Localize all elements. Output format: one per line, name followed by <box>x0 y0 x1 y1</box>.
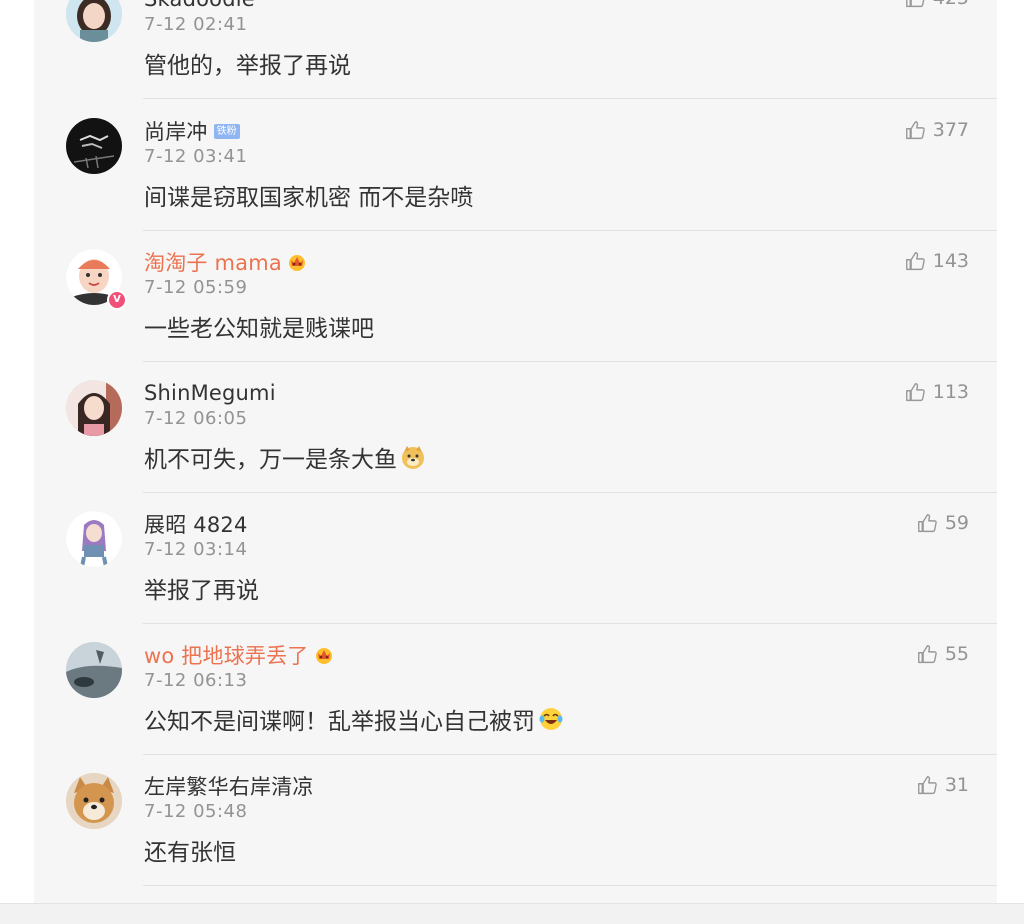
comment-text-content: 机不可失，万一是条大鱼 <box>144 447 397 473</box>
like-count: 55 <box>944 643 969 665</box>
username[interactable]: 左岸繁华右岸清凉 <box>144 771 314 801</box>
thumbs-up-icon <box>905 382 925 401</box>
user-avatar[interactable] <box>66 642 122 698</box>
comment-time: 7-12 05:59 <box>144 277 248 298</box>
comment-time: 7-12 02:41 <box>144 14 248 35</box>
like-count: 143 <box>932 250 969 272</box>
thumbs-up-icon <box>917 644 937 663</box>
comment-text-content: 还有张恒 <box>144 840 236 866</box>
comment-text: 一些老公知就是贱谍吧 <box>144 309 374 343</box>
comment-item: ShinMegumi 7-12 06:05 机不可失，万一是条大鱼 113 <box>34 362 997 493</box>
comment-item: 尚岸冲 铁粉 7-12 03:41 间谍是窃取国家机密 而不是杂喷 377 <box>34 100 997 231</box>
comment-time: 7-12 06:05 <box>144 408 248 429</box>
like-count: 59 <box>944 512 969 534</box>
user-avatar[interactable] <box>66 0 122 42</box>
comment-list: Skadoodle 7-12 02:41 管他的，举报了再说 425 尚岸冲 铁… <box>34 0 997 903</box>
vip-crown-icon <box>315 648 332 664</box>
comment-text-content: 公知不是间谍啊！乱举报当心自己被罚 <box>144 709 535 735</box>
like-button[interactable]: 113 <box>905 378 969 406</box>
avatar-girl-dark-hair-icon <box>66 0 122 42</box>
like-button[interactable]: 377 <box>905 116 969 144</box>
fan-badge: 铁粉 <box>213 123 240 139</box>
avatar-shiba-dog-icon <box>66 773 122 829</box>
username[interactable]: 尚岸冲 <box>144 116 208 146</box>
comment-text: 举报了再说 <box>144 571 259 605</box>
comment-text-content: 管他的，举报了再说 <box>144 53 351 79</box>
avatar-landscape-icon <box>66 642 122 698</box>
comment-text-content: 举报了再说 <box>144 578 259 604</box>
like-button[interactable]: 59 <box>917 509 969 537</box>
comment-text: 管他的，举报了再说 <box>144 46 351 80</box>
divider <box>143 98 997 99</box>
thumbs-up-icon <box>917 775 937 794</box>
username[interactable]: ShinMegumi <box>144 381 276 405</box>
comment-item: wo 把地球弄丢了 7-12 06:13 公知不是间谍啊！乱举报当心自己被罚 5… <box>34 624 997 755</box>
comment-text: 机不可失，万一是条大鱼 <box>144 440 426 474</box>
laughing-tears-emoji-icon <box>539 708 563 730</box>
like-count: 113 <box>932 381 969 403</box>
bottom-bar <box>0 903 1024 924</box>
username[interactable]: 淘淘子 mama <box>144 247 282 277</box>
doge-emoji-icon <box>402 446 424 469</box>
comment-text: 公知不是间谍啊！乱举报当心自己被罚 <box>144 702 564 736</box>
comment-text-content: 一些老公知就是贱谍吧 <box>144 316 374 342</box>
like-count: 425 <box>933 0 969 9</box>
divider <box>143 885 997 886</box>
comment-item: 展昭 4824 7-12 03:14 举报了再说 59 <box>34 493 997 624</box>
user-avatar[interactable] <box>66 118 122 174</box>
like-button[interactable]: 55 <box>917 640 969 668</box>
user-avatar[interactable] <box>66 380 122 436</box>
vip-crown-icon <box>288 255 305 271</box>
like-count: 31 <box>944 774 969 796</box>
like-button[interactable]: 31 <box>917 771 969 799</box>
avatar-dark-graphic-icon <box>66 118 122 174</box>
like-button[interactable]: 143 <box>905 247 969 275</box>
comment-time: 7-12 06:13 <box>144 670 248 691</box>
comment-time: 7-12 05:48 <box>144 801 248 822</box>
verified-badge: V <box>107 290 127 310</box>
avatar-anime-girl-icon <box>66 380 122 436</box>
thumbs-up-icon <box>905 120 925 139</box>
username[interactable]: 展昭 4824 <box>144 509 248 539</box>
comment-text: 还有张恒 <box>144 833 236 867</box>
username[interactable]: Skadoodle <box>144 0 255 11</box>
comment-text-content: 间谍是窃取国家机密 而不是杂喷 <box>144 185 474 211</box>
comment-item: 左岸繁华右岸清凉 7-12 05:48 还有张恒 31 <box>34 755 997 886</box>
like-button[interactable]: 425 <box>905 0 969 12</box>
like-count: 377 <box>932 119 969 141</box>
comment-text: 间谍是窃取国家机密 而不是杂喷 <box>144 178 473 212</box>
username[interactable]: wo 把地球弄丢了 <box>144 640 309 670</box>
thumbs-up-icon <box>917 513 937 532</box>
comment-time: 7-12 03:41 <box>144 146 248 167</box>
avatar-purple-hair-icon <box>66 511 122 567</box>
user-avatar[interactable] <box>66 773 122 829</box>
thumbs-up-icon <box>905 251 925 270</box>
comment-item: V 淘淘子 mama 7-12 05:59 一些老公知就是贱谍吧 143 <box>34 231 997 362</box>
comment-time: 7-12 03:14 <box>144 539 248 560</box>
comment-item: Skadoodle 7-12 02:41 管他的，举报了再说 425 <box>34 0 997 99</box>
user-avatar[interactable] <box>66 511 122 567</box>
thumbs-up-icon <box>905 0 924 7</box>
